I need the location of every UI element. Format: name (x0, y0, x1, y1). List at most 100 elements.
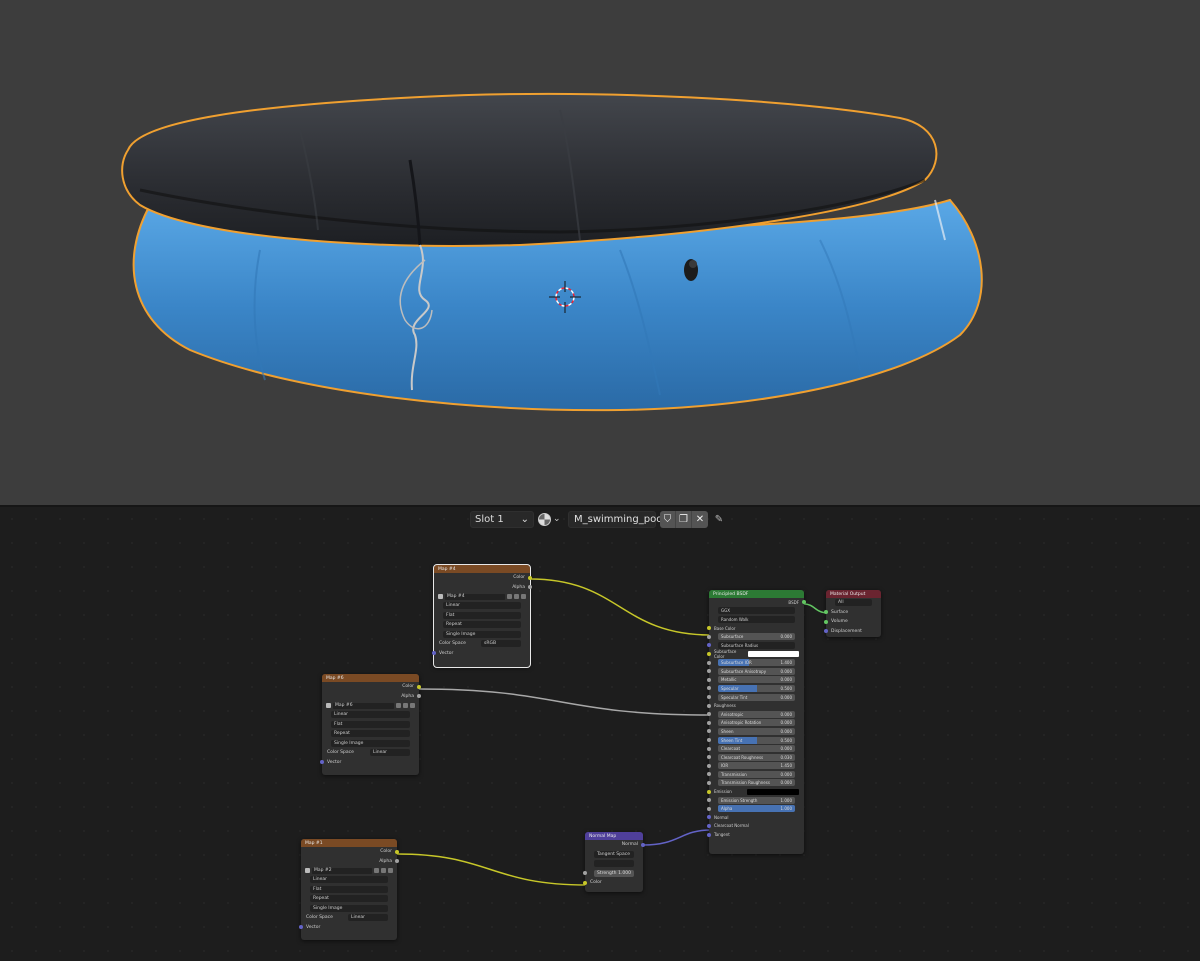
input-tangent: Tangent (707, 830, 804, 839)
specular-slider[interactable]: Specular 0.500 (718, 684, 795, 692)
subsurface-method-dropdown[interactable]: Random Walk (718, 616, 795, 623)
output-color: Color (322, 682, 421, 692)
socket[interactable] (824, 610, 828, 615)
metallic-slider[interactable]: Metallic 0.000 (718, 676, 795, 684)
extension-dropdown[interactable]: Repeat (310, 895, 388, 903)
input-displacement: Displacement (824, 627, 881, 637)
alpha-slider[interactable]: Alpha 1.000 (718, 805, 795, 813)
projection-dropdown[interactable]: Flat (443, 611, 521, 619)
subsurface-ior-slider[interactable]: Subsurface IOR 1.400 (718, 659, 795, 667)
interpolation-dropdown[interactable]: Linear (310, 876, 388, 884)
node-title[interactable]: Normal Map (585, 832, 643, 840)
socket[interactable] (707, 823, 711, 828)
socket[interactable] (417, 684, 421, 689)
input-vector: Vector (299, 923, 397, 933)
3d-viewport[interactable] (0, 0, 1200, 505)
socket[interactable] (320, 760, 324, 765)
socket[interactable] (641, 842, 645, 847)
transmission-roughness-slider[interactable]: Transmission Roughness 0.000 (718, 779, 795, 787)
socket[interactable] (824, 619, 828, 624)
strength-slider[interactable]: Strength 1.000 (594, 869, 634, 877)
image-texture-node-bottom[interactable]: Map #1 Color Alpha Map #2 Linear Flat Re… (299, 839, 399, 940)
distribution-dropdown[interactable]: GGX (718, 607, 795, 614)
output-alpha: Alpha (322, 692, 421, 702)
source-dropdown[interactable]: Single Image (443, 630, 521, 638)
extension-dropdown[interactable]: Repeat (331, 730, 410, 738)
socket[interactable] (528, 575, 532, 580)
space-dropdown[interactable]: Tangent Space (594, 850, 634, 858)
specular-tint-slider[interactable]: Specular Tint 0.000 (718, 693, 795, 701)
socket[interactable] (583, 871, 587, 876)
output-normal: Normal (585, 840, 645, 850)
socket[interactable] (802, 600, 806, 604)
node-title[interactable]: Material Output (826, 590, 881, 598)
subsurface-color-swatch[interactable] (747, 651, 799, 658)
source-dropdown[interactable]: Single Image (310, 904, 388, 912)
node-links (396, 578, 829, 886)
uv-map-field[interactable] (594, 860, 634, 868)
input-volume: Volume (824, 617, 881, 627)
clearcoat-roughness-slider[interactable]: Clearcoat Roughness 0.030 (718, 753, 795, 761)
blender-window: Slot 1 ⌄ ⌄ M_swimming_pool_1 ⛉ ❐ ✕ ✎ Map… (0, 0, 1200, 961)
anisotropic-slider[interactable]: Anisotropic 0.000 (718, 710, 795, 718)
socket[interactable] (395, 849, 399, 854)
input-roughness: Roughness (707, 701, 804, 710)
projection-dropdown[interactable]: Flat (310, 885, 388, 893)
node-title[interactable]: Map #4 (434, 565, 530, 573)
input-base-color: Base Color (707, 624, 804, 633)
normal-map-node[interactable]: Normal Map Normal Tangent Space Strength… (583, 832, 645, 892)
node-title[interactable]: Principled BSDF (709, 590, 804, 598)
output-alpha: Alpha (434, 583, 532, 593)
node-title[interactable]: Map #1 (301, 839, 397, 847)
interpolation-dropdown[interactable]: Linear (331, 711, 410, 719)
target-dropdown[interactable]: All (835, 599, 872, 607)
image-selector[interactable]: Map #6 (322, 701, 419, 710)
socket[interactable] (432, 651, 436, 656)
socket[interactable] (299, 925, 303, 930)
input-surface: Surface (824, 608, 881, 618)
pool-model-render[interactable] (0, 0, 1200, 505)
socket[interactable] (707, 626, 711, 631)
extension-dropdown[interactable]: Repeat (443, 621, 521, 629)
socket[interactable] (707, 703, 711, 708)
image-icon (438, 594, 443, 599)
material-output-node[interactable]: Material Output All Surface Volume Displ… (824, 590, 881, 637)
image-texture-node-mid[interactable]: Map #6 Color Alpha Map #6 Linear Flat Re… (320, 674, 421, 775)
subsurface-radius-field[interactable]: Subsurface Radius (718, 641, 795, 649)
socket[interactable] (583, 880, 587, 885)
output-color: Color (301, 847, 399, 857)
input-clearcoat-normal: Clearcoat Normal (707, 822, 804, 831)
principled-bsdf-node[interactable]: Principled BSDF BSDF GGX Random Walk Bas… (707, 590, 806, 854)
emission-color-swatch[interactable] (747, 788, 799, 795)
subsurface-anisotropy-slider[interactable]: Subsurface Anisotropy 0.000 (718, 667, 795, 675)
color-space-dropdown[interactable]: Linear (348, 914, 388, 922)
image-icon (305, 868, 310, 873)
output-bsdf: BSDF (709, 598, 806, 606)
clearcoat-slider[interactable]: Clearcoat 0.000 (718, 745, 795, 753)
socket[interactable] (824, 629, 828, 634)
image-selector[interactable]: Map #2 (301, 866, 397, 875)
shader-node-editor[interactable]: Slot 1 ⌄ ⌄ M_swimming_pool_1 ⛉ ❐ ✕ ✎ Map… (0, 507, 1200, 961)
socket[interactable] (707, 832, 711, 837)
interpolation-dropdown[interactable]: Linear (443, 602, 521, 610)
transmission-slider[interactable]: Transmission 0.000 (718, 770, 795, 778)
sheen-tint-slider[interactable]: Sheen Tint 0.500 (718, 736, 795, 744)
ior-slider[interactable]: IOR 1.450 (718, 762, 795, 770)
image-selector[interactable]: Map #4 (434, 592, 530, 601)
socket[interactable] (707, 815, 711, 820)
color-space-dropdown[interactable]: Linear (370, 749, 410, 757)
emission-strength-slider[interactable]: Emission Strength 1.000 (718, 796, 795, 804)
subsurface-slider[interactable]: Subsurface 0.000 (718, 633, 795, 641)
input-vector: Vector (320, 758, 419, 768)
output-alpha: Alpha (301, 857, 399, 867)
input-normal: Normal (707, 813, 804, 822)
image-texture-node-top[interactable]: Map #4 Color Alpha Map #4 Linear Flat Re… (432, 564, 532, 668)
source-dropdown[interactable]: Single Image (331, 739, 410, 747)
anisotropic-rotation-slider[interactable]: Anisotropic Rotation 0.000 (718, 719, 795, 727)
color-space-dropdown[interactable]: sRGB (481, 640, 521, 648)
input-color: Color (583, 878, 643, 888)
input-vector: Vector (432, 649, 530, 659)
node-title[interactable]: Map #6 (322, 674, 419, 682)
sheen-slider[interactable]: Sheen 0.000 (718, 727, 795, 735)
projection-dropdown[interactable]: Flat (331, 720, 410, 728)
